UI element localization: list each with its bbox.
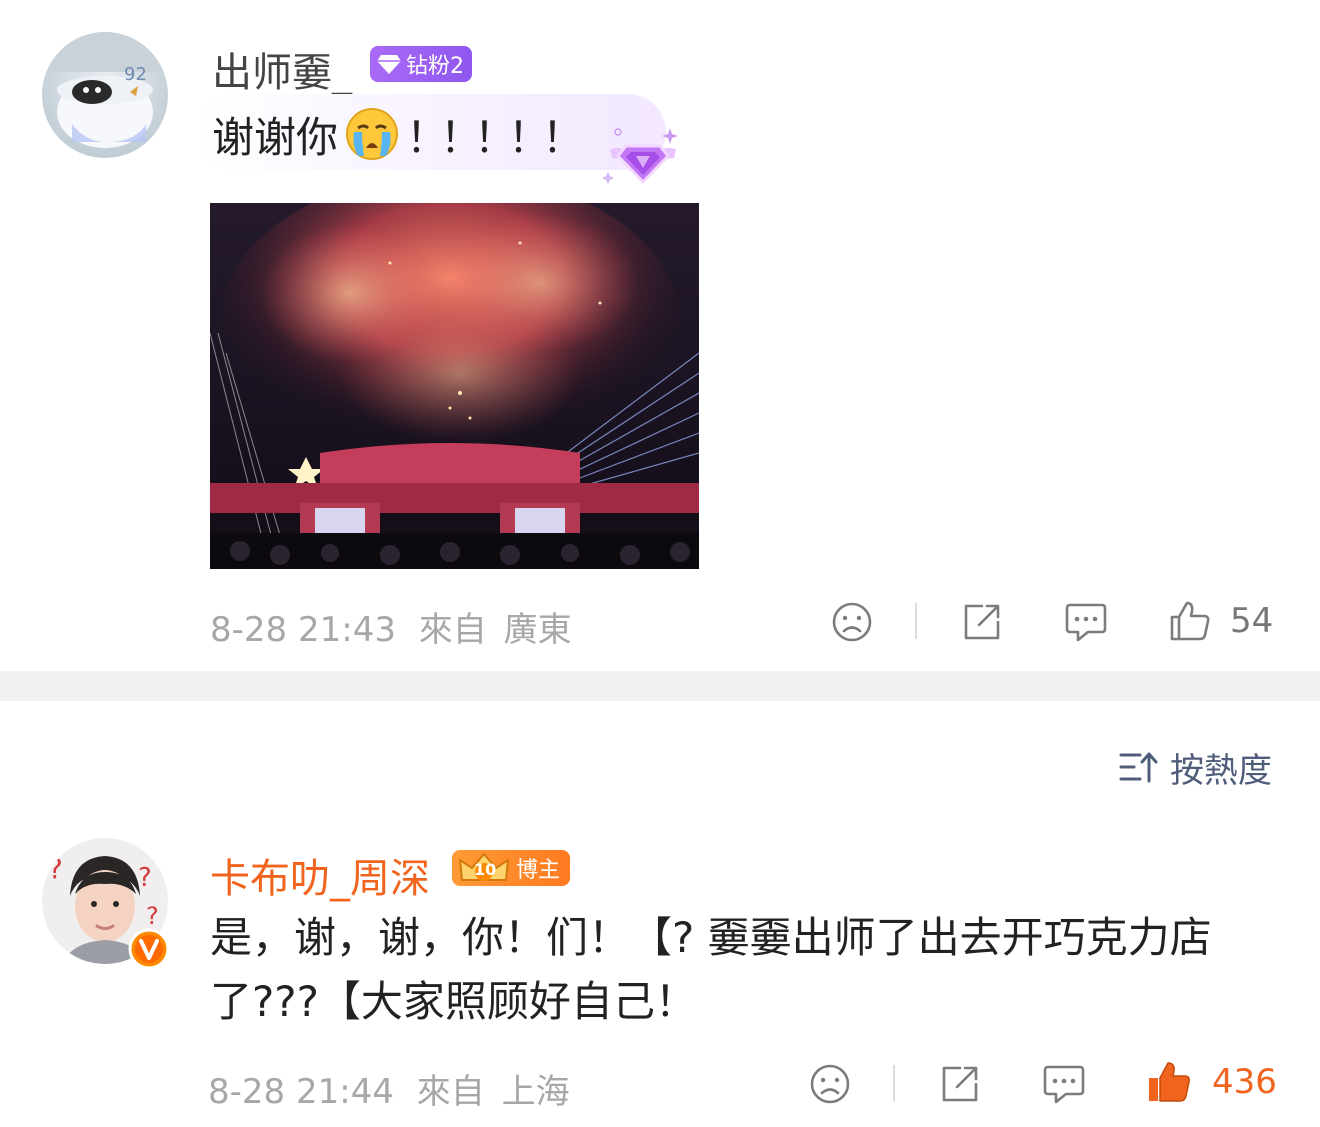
comment-text-line: 是，谢，谢，你！们！【? 嫑嫑出师了出去开巧克力店 [210,913,1212,962]
share-icon [939,1063,981,1105]
comment-bubble-icon [1042,1063,1086,1105]
comment-location: 上海 [501,1072,570,1112]
comment-text: 谢谢你 [212,112,339,162]
frown-face-icon [809,1063,851,1105]
comment-location: 廣東 [503,610,572,650]
share-icon [961,601,1003,643]
action-divider [915,603,917,639]
thumbs-up-icon [1168,599,1212,643]
reply-button[interactable] [1062,598,1110,646]
fan-badge-label: 钻粉2 [406,54,464,79]
dislike-button[interactable] [828,598,876,646]
like-count: 54 [1230,601,1274,641]
username[interactable]: 出师嫑_ [212,40,352,98]
crown-level-icon: 10 [456,850,512,886]
comment-text-row: 谢谢你 ！！！！！ [212,104,584,164]
comment-text: 是，谢，谢，你！们！【? 嫑嫑出师了出去开巧克力店 了???【大家照顾好自己！ [210,906,1290,1034]
like-button[interactable]: 436 [1146,1056,1277,1108]
like-button[interactable]: 54 [1168,596,1273,646]
section-divider [0,671,1320,701]
svg-text:?: ? [138,863,152,893]
sort-label: 按熱度 [1170,750,1272,791]
comment-time: 8-28 21:44 [208,1072,394,1112]
host-badge[interactable]: 10 博主 [452,850,571,886]
svg-text:?: ? [146,902,159,930]
diamond-wings-icon [600,124,686,192]
host-badge-label: 博主 [516,858,561,883]
comment-text-line: 了???【大家照顾好自己！ [210,977,697,1026]
badge-level: 10 [474,860,497,879]
thumbs-up-filled-icon [1146,1059,1192,1105]
comment-meta: 8-28 21:44 來自 上海 [208,1064,570,1113]
diamond-icon [376,53,402,75]
share-button[interactable] [936,1060,984,1108]
source-label: 來自 [416,1072,485,1112]
comment-meta: 8-28 21:43 來自 廣東 [210,602,572,651]
action-divider [893,1065,895,1101]
crying-face-icon [344,106,400,162]
source-label: 來自 [418,610,487,650]
like-count: 436 [1212,1062,1277,1102]
reply-button[interactable] [1040,1060,1088,1108]
frown-face-icon [831,601,873,643]
sort-button[interactable]: 按熱度 [1118,744,1272,791]
comment-photo[interactable] [210,203,699,569]
fan-badge[interactable]: 钻粉2 [370,46,472,82]
comment-exclaim: ！！！！！ [406,112,584,162]
comment-bubble-icon [1064,601,1108,643]
verified-v-icon [128,928,170,970]
user-avatar[interactable]: 92 [42,32,168,158]
comment-time: 8-28 21:43 [210,610,396,650]
svg-text:92: 92 [124,64,147,85]
username[interactable]: 卡布叻_周深 [210,846,430,904]
dislike-button[interactable] [806,1060,854,1108]
sort-icon [1118,749,1158,785]
share-button[interactable] [958,598,1006,646]
svg-text:?: ? [48,852,63,885]
